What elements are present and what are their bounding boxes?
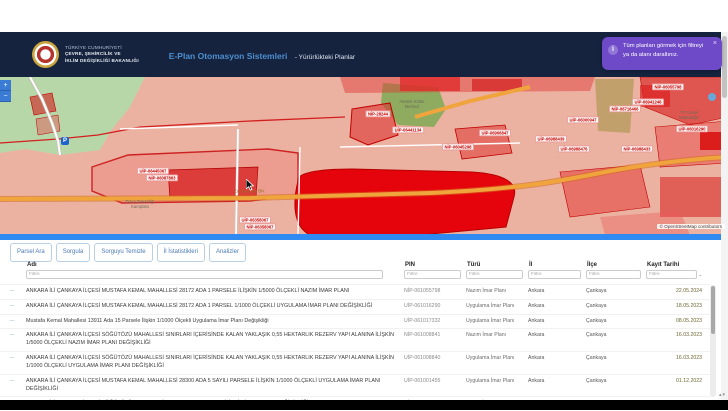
column-header-kayit-tarihi[interactable]: Kayıt Tarihi <box>646 262 710 268</box>
cell-type: Uygulama İmar Planı <box>466 318 526 324</box>
filter-input-il[interactable] <box>528 270 581 279</box>
cell-date: 18.05.2023 <box>646 303 710 309</box>
column-header-adi[interactable]: Adı <box>26 262 402 268</box>
column-header-pin[interactable]: PIN <box>404 262 464 268</box>
table-scrollbar[interactable] <box>710 285 716 397</box>
cell-date: 16.03.2023 <box>646 355 710 361</box>
table-row[interactable]: — ANKARA İLİ ÇANKAYA İLÇESİ SÖĞÜTÖZÜ MAH… <box>0 351 710 374</box>
app-title: E-Plan Otomasyon Sistemleri <box>169 51 288 61</box>
cell-ilce: Çankaya <box>586 318 644 324</box>
cell-date: 16.03.2023 <box>646 332 710 338</box>
column-header-il[interactable]: İl <box>528 262 584 268</box>
zoom-in-button[interactable]: + <box>0 80 11 91</box>
toolbar-button[interactable]: Parsel Ara <box>10 243 52 262</box>
filter-input-ilce[interactable] <box>586 270 641 279</box>
cell-ilce: Çankaya <box>586 332 644 338</box>
table-row[interactable]: — ANKARA İLİ ÇANKAYA İLÇESİ MUSTAFA KEMA… <box>0 299 710 314</box>
cell-name: ANKARA İLİ ÇANKAYA İLÇESİ SÖĞÜTÖZÜ MAHAL… <box>26 355 402 371</box>
ministry-line3: İKLİM DEĞİŞİKLİĞİ BAKANLIĞI <box>65 58 139 64</box>
cell-pin: UİP-061008840 <box>404 355 464 361</box>
toolbar-button[interactable]: Sorgula <box>56 243 91 262</box>
table-row[interactable]: — ANKARA İLİ ÇANKAYA İLÇESİ MUSTAFA KEMA… <box>0 284 710 299</box>
plans-table-body: — ANKARA İLİ ÇANKAYA İLÇESİ MUSTAFA KEMA… <box>0 284 710 411</box>
mouse-cursor-icon <box>246 178 255 196</box>
cell-il: Ankara <box>528 318 584 324</box>
cell-ilce: Çankaya <box>586 355 644 361</box>
row-expander-icon[interactable]: — <box>0 318 24 324</box>
map-attribution: © OpenStreetMap contributors <box>657 224 725 229</box>
parking-icon: P <box>61 137 69 145</box>
cell-type: Uygulama İmar Planı <box>466 355 526 361</box>
cell-ilce: Çankaya <box>586 288 644 294</box>
filter-input-turu[interactable] <box>466 270 523 279</box>
map-road-labels: Dumlupınar Blv. <box>0 77 728 240</box>
table-row[interactable]: — ANKARA İLİ ÇANKAYA İLÇESİ MUSTAFA KEMA… <box>0 374 710 397</box>
cell-type: Nazım İmar Planı <box>466 288 526 294</box>
plans-table-header: Adı PIN Türü İl İlçe Kayıt Tarihi ⌄ <box>0 262 710 282</box>
cell-date: 22.05.2024 <box>646 288 710 294</box>
table-row[interactable]: — ANKARA İLİ ÇANKAYA İLÇESİ SÖĞÜTÖZÜ MAH… <box>0 328 710 351</box>
filter-notification-toast: i Tüm planları görmek için filtreyi ya d… <box>602 37 722 70</box>
row-expander-icon[interactable]: — <box>0 355 24 361</box>
cell-il: Ankara <box>528 378 584 384</box>
close-icon[interactable]: × <box>713 40 717 47</box>
cell-name: ANKARA İLİ ÇANKAYA İLÇESİ MUSTAFA KEMAL … <box>26 303 402 311</box>
ministry-logo-icon <box>32 41 59 68</box>
cell-pin: NİP-061055798 <box>404 288 464 294</box>
chevron-down-icon[interactable]: ⌄ <box>698 272 702 278</box>
row-expander-icon[interactable]: — <box>0 378 24 384</box>
cell-type: Uygulama İmar Planı <box>466 303 526 309</box>
filter-input-adi[interactable] <box>26 270 383 279</box>
app-subtitle: - Yürürlükteki Planlar <box>295 54 355 61</box>
cell-il: Ankara <box>528 332 584 338</box>
row-expander-icon[interactable]: — <box>0 303 24 309</box>
cell-pin: UİP-061017332 <box>404 318 464 324</box>
cell-name: Mustafa Kemal Mahallesi 13911 Ada 15 Par… <box>26 318 402 326</box>
ministry-name: TÜRKİYE CUMHURİYETİ ÇEVRE, ŞEHİRCİLİK VE… <box>65 45 139 64</box>
info-icon: i <box>608 45 618 55</box>
zoom-out-button[interactable]: − <box>0 91 11 102</box>
column-header-ilce[interactable]: İlçe <box>586 262 644 268</box>
cell-pin: UİP-061016290 <box>404 303 464 309</box>
cell-pin: NİP-061008841 <box>404 332 464 338</box>
cell-name: ANKARA İLİ ÇANKAYA İLÇESİ MUSTAFA KEMAL … <box>26 288 402 296</box>
cell-il: Ankara <box>528 355 584 361</box>
table-scrollbar-thumb[interactable] <box>711 286 715 334</box>
cell-pin: UİP-061001455 <box>404 378 464 384</box>
cell-ilce: Çankaya <box>586 378 644 384</box>
cell-il: Ankara <box>528 303 584 309</box>
cell-type: Nazım İmar Planı <box>466 332 526 338</box>
toolbar-button[interactable]: İl İstatistikleri <box>157 243 205 262</box>
cell-type: Uygulama İmar Planı <box>466 378 526 384</box>
row-expander-icon[interactable]: — <box>0 332 24 338</box>
cell-date: 08.05.2023 <box>646 318 710 324</box>
cell-il: Ankara <box>528 288 584 294</box>
cell-name: ANKARA İLİ ÇANKAYA İLÇESİ MUSTAFA KEMAL … <box>26 378 402 394</box>
filter-input-pin[interactable] <box>404 270 461 279</box>
page-title: E-Plan Otomasyon Sistemleri - Yürürlükte… <box>169 46 355 64</box>
cell-ilce: Çankaya <box>586 303 644 309</box>
map-zoom-controls[interactable]: + − <box>0 80 11 102</box>
column-header-turu[interactable]: Türü <box>466 262 526 268</box>
filter-input-kayit-tarihi[interactable] <box>646 270 697 279</box>
plan-map[interactable]: + − NİP-28244UİP-06441134UİP-06906847NİP… <box>0 77 728 240</box>
scrollbar-arrows[interactable]: ▴▾ <box>719 392 726 398</box>
cell-date: 01.12.2022 <box>646 378 710 384</box>
row-expander-icon[interactable]: — <box>0 288 24 294</box>
toolbar-button[interactable]: Sorguyu Temizle <box>94 243 152 262</box>
bottom-black-bar <box>0 400 728 410</box>
cell-name: ANKARA İLİ ÇANKAYA İLÇESİ SÖĞÜTÖZÜ MAHAL… <box>26 332 402 348</box>
map-toolbar: Parsel AraSorgulaSorguyu Temizle İl İstat… <box>0 240 728 262</box>
toolbar-button[interactable]: Analizler <box>209 243 246 262</box>
table-row[interactable]: — Mustafa Kemal Mahallesi 13911 Ada 15 P… <box>0 314 710 329</box>
notification-text: Tüm planları görmek için filtreyi ya da … <box>623 42 716 66</box>
